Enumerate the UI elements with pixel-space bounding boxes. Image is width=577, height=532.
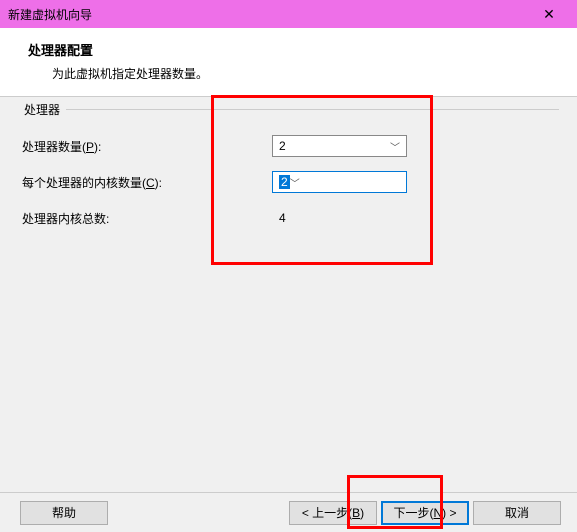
processor-group: 处理器 处理器数量(P): 2 ﹀ 每个处理器的内核数量(C): 2 ﹀ xyxy=(18,109,559,236)
wizard-header: 处理器配置 为此虚拟机指定处理器数量。 xyxy=(0,28,577,97)
help-button[interactable]: 帮助 xyxy=(20,501,108,525)
chevron-down-icon: ﹀ xyxy=(290,175,300,190)
cancel-button[interactable]: 取消 xyxy=(473,501,561,525)
total-cores-value: 4 xyxy=(272,211,286,225)
processors-row: 处理器数量(P): 2 ﹀ xyxy=(22,128,559,164)
total-cores-label: 处理器内核总数: xyxy=(22,210,272,227)
wizard-footer: 帮助 < 上一步(B) 下一步(N) > 取消 xyxy=(0,492,577,532)
page-title: 处理器配置 xyxy=(28,40,549,59)
next-button[interactable]: 下一步(N) > xyxy=(381,501,469,525)
wizard-body: 处理器 处理器数量(P): 2 ﹀ 每个处理器的内核数量(C): 2 ﹀ xyxy=(0,97,577,495)
cores-label: 每个处理器的内核数量(C): xyxy=(22,174,272,191)
processors-label: 处理器数量(P): xyxy=(22,138,272,155)
cores-row: 每个处理器的内核数量(C): 2 ﹀ xyxy=(22,164,559,200)
cores-value: 2 xyxy=(279,175,290,189)
cores-select[interactable]: 2 ﹀ xyxy=(272,171,407,193)
total-cores-row: 处理器内核总数: 4 xyxy=(22,200,559,236)
processors-select[interactable]: 2 ﹀ xyxy=(272,135,407,157)
titlebar: 新建虚拟机向导 ✕ xyxy=(0,0,577,28)
close-icon[interactable]: ✕ xyxy=(529,6,569,23)
page-subtitle: 为此虚拟机指定处理器数量。 xyxy=(52,65,549,82)
processors-value: 2 xyxy=(279,139,390,153)
window-title: 新建虚拟机向导 xyxy=(8,6,529,23)
group-label: 处理器 xyxy=(20,101,64,118)
back-button[interactable]: < 上一步(B) xyxy=(289,501,377,525)
chevron-down-icon: ﹀ xyxy=(390,139,400,154)
